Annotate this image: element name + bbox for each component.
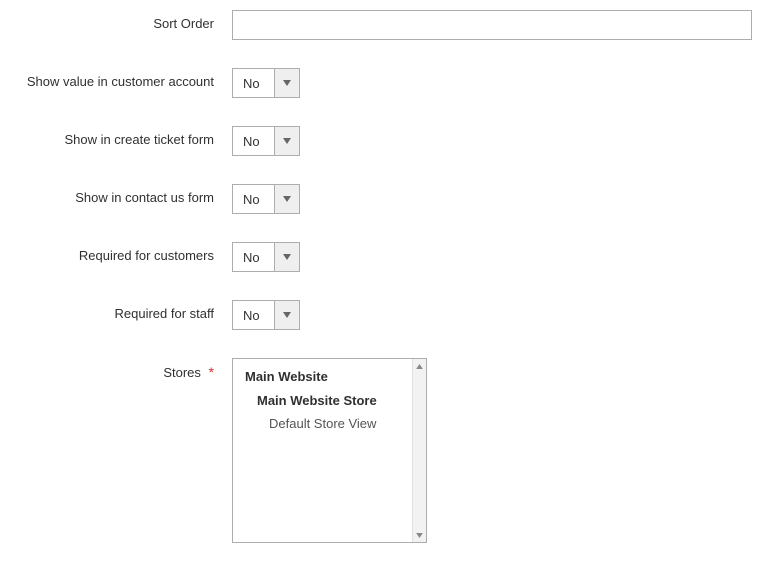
scrollbar[interactable] (412, 359, 426, 542)
row-show-customer-account: Show value in customer account No (0, 68, 777, 98)
stores-option[interactable]: Default Store View (235, 412, 424, 436)
scroll-up-icon[interactable] (413, 359, 427, 373)
select-value: No (233, 243, 275, 271)
required-icon: * (209, 364, 214, 380)
label-show-create-ticket: Show in create ticket form (0, 126, 232, 147)
select-value: No (233, 185, 275, 213)
show-contact-us-select[interactable]: No (232, 184, 300, 214)
label-show-customer-account: Show value in customer account (0, 68, 232, 89)
label-show-contact-us: Show in contact us form (0, 184, 232, 205)
label-stores: Stores * (0, 358, 232, 380)
row-sort-order: Sort Order (0, 10, 777, 40)
chevron-down-icon[interactable] (275, 127, 299, 155)
label-required-customers: Required for customers (0, 242, 232, 263)
required-customers-select[interactable]: No (232, 242, 300, 272)
required-staff-select[interactable]: No (232, 300, 300, 330)
chevron-down-icon[interactable] (275, 301, 299, 329)
sort-order-input[interactable] (232, 10, 752, 40)
show-customer-account-select[interactable]: No (232, 68, 300, 98)
chevron-down-icon[interactable] (275, 185, 299, 213)
label-required-staff: Required for staff (0, 300, 232, 321)
chevron-down-icon[interactable] (275, 69, 299, 97)
select-value: No (233, 127, 275, 155)
row-stores: Stores * Main WebsiteMain Website StoreD… (0, 358, 777, 543)
chevron-down-icon[interactable] (275, 243, 299, 271)
stores-options-list: Main WebsiteMain Website StoreDefault St… (233, 359, 426, 442)
show-create-ticket-select[interactable]: No (232, 126, 300, 156)
select-value: No (233, 69, 275, 97)
row-show-create-ticket: Show in create ticket form No (0, 126, 777, 156)
select-value: No (233, 301, 275, 329)
row-required-staff: Required for staff No (0, 300, 777, 330)
row-required-customers: Required for customers No (0, 242, 777, 272)
label-stores-text: Stores (163, 365, 201, 380)
stores-option[interactable]: Main Website Store (235, 389, 424, 413)
row-show-contact-us: Show in contact us form No (0, 184, 777, 214)
label-sort-order: Sort Order (0, 10, 232, 31)
stores-multiselect[interactable]: Main WebsiteMain Website StoreDefault St… (232, 358, 427, 543)
scroll-down-icon[interactable] (413, 528, 427, 542)
stores-option[interactable]: Main Website (235, 365, 424, 389)
